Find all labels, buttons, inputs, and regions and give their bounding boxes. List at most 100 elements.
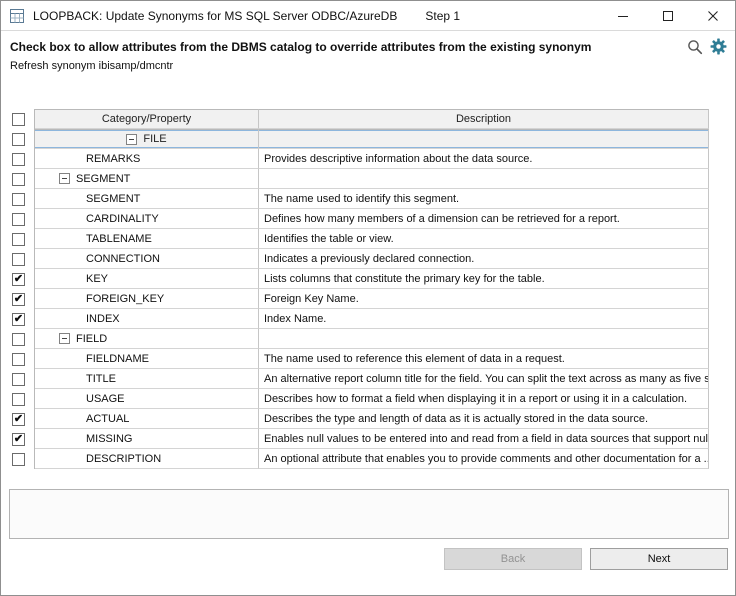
- category-cell[interactable]: REMARKS: [35, 149, 259, 169]
- category-label: USAGE: [86, 393, 125, 405]
- table-row[interactable]: CARDINALITY Defines how many members of a…: [9, 209, 709, 229]
- category-cell[interactable]: KEY: [35, 269, 259, 289]
- row-checkbox[interactable]: [12, 233, 25, 246]
- table-row[interactable]: TABLENAMEIdentifies the table or view.: [9, 229, 709, 249]
- description-cell: An alternative report column title for t…: [259, 369, 709, 389]
- header: Check box to allow attributes from the D…: [1, 31, 735, 101]
- row-checkbox[interactable]: ✔: [12, 293, 25, 306]
- row-checkbox[interactable]: [12, 333, 25, 346]
- row-checkbox[interactable]: [12, 153, 25, 166]
- next-button[interactable]: Next: [590, 548, 728, 570]
- maximize-icon[interactable]: [645, 1, 690, 30]
- category-cell[interactable]: FIELDNAME: [35, 349, 259, 369]
- category-cell[interactable]: FOREIGN_KEY: [35, 289, 259, 309]
- checkbox-cell: ✔: [9, 289, 34, 309]
- category-cell[interactable]: CONNECTION: [35, 249, 259, 269]
- column-header-category[interactable]: Category/Property: [35, 109, 259, 129]
- category-label: FOREIGN_KEY: [86, 293, 164, 305]
- table-row[interactable]: ✔FOREIGN_KEYForeign Key Name.: [9, 289, 709, 309]
- checkbox-cell: [9, 209, 34, 229]
- gear-icon[interactable]: [710, 38, 727, 55]
- row-checkbox[interactable]: ✔: [12, 313, 25, 326]
- checkbox-cell: ✔: [9, 409, 34, 429]
- description-cell: Lists columns that constitute the primar…: [259, 269, 709, 289]
- row-checkbox[interactable]: ✔: [12, 413, 25, 426]
- checkbox-cell: [9, 389, 34, 409]
- row-checkbox[interactable]: [12, 373, 25, 386]
- table-row[interactable]: TITLE An alternative report column title …: [9, 369, 709, 389]
- row-checkbox[interactable]: [12, 253, 25, 266]
- checkbox-cell: [9, 149, 34, 169]
- category-label: SEGMENT: [76, 173, 130, 185]
- row-checkbox[interactable]: [12, 213, 25, 226]
- collapse-icon[interactable]: [126, 134, 137, 145]
- description-cell: [259, 169, 709, 189]
- header-icons: [686, 38, 727, 55]
- row-checkbox[interactable]: [12, 173, 25, 186]
- table-row[interactable]: CONNECTIONIndicates a previously declare…: [9, 249, 709, 269]
- category-cell[interactable]: TITLE: [35, 369, 259, 389]
- description-cell: Provides descriptive information about t…: [259, 149, 709, 169]
- category-label: MISSING: [86, 433, 132, 445]
- window-title: LOOPBACK: Update Synonyms for MS SQL Ser…: [33, 9, 397, 23]
- description-cell: Defines how many members of a dimension …: [259, 209, 709, 229]
- titlebar: LOOPBACK: Update Synonyms for MS SQL Ser…: [1, 1, 735, 31]
- row-checkbox[interactable]: [12, 393, 25, 406]
- column-header-description[interactable]: Description: [259, 109, 709, 129]
- header-checkbox[interactable]: [12, 113, 25, 126]
- category-cell[interactable]: MISSING: [35, 429, 259, 449]
- row-checkbox[interactable]: [12, 453, 25, 466]
- header-checkbox-cell: [9, 109, 34, 129]
- table-row[interactable]: ✔ACTUALDescribes the type and length of …: [9, 409, 709, 429]
- table-row[interactable]: ✔ INDEX Index Name.: [9, 309, 709, 329]
- description-cell: [259, 129, 709, 149]
- search-icon[interactable]: [686, 38, 703, 55]
- category-label: SEGMENT: [86, 193, 140, 205]
- checkbox-cell: ✔: [9, 309, 34, 329]
- row-checkbox[interactable]: [12, 193, 25, 206]
- row-checkbox[interactable]: [12, 133, 25, 146]
- row-checkbox[interactable]: [12, 353, 25, 366]
- category-cell[interactable]: SEGMENT: [35, 169, 259, 189]
- checkbox-cell: [9, 249, 34, 269]
- category-label: INDEX: [86, 313, 120, 325]
- description-cell: The name used to identify this segment.: [259, 189, 709, 209]
- category-cell[interactable]: FILE: [35, 129, 259, 149]
- table-row[interactable]: FIELDNAMEThe name used to reference this…: [9, 349, 709, 369]
- table-row[interactable]: ✔ MISSING Enables null values to be entere…: [9, 429, 709, 449]
- category-cell[interactable]: ACTUAL: [35, 409, 259, 429]
- checkbox-cell: [9, 329, 34, 349]
- collapse-icon[interactable]: [59, 173, 70, 184]
- category-label: KEY: [86, 273, 108, 285]
- category-cell[interactable]: SEGMENT: [35, 189, 259, 209]
- category-cell[interactable]: INDEX: [35, 309, 259, 329]
- minimize-icon[interactable]: [600, 1, 645, 30]
- category-label: TITLE: [86, 373, 116, 385]
- back-button[interactable]: Back: [444, 548, 582, 570]
- message-panel: [9, 489, 729, 539]
- row-checkbox[interactable]: ✔: [12, 273, 25, 286]
- close-icon[interactable]: [690, 1, 735, 30]
- table-row[interactable]: ✔ KEY Lists columns that constitute the pr…: [9, 269, 709, 289]
- collapse-icon[interactable]: [59, 333, 70, 344]
- table-row[interactable]: SEGMENT: [9, 169, 709, 189]
- category-cell[interactable]: FIELD: [35, 329, 259, 349]
- description-cell: Enables null values to be entered into a…: [259, 429, 709, 449]
- instruction-text: Check box to allow attributes from the D…: [10, 40, 591, 54]
- row-checkbox[interactable]: ✔: [12, 433, 25, 446]
- table-row[interactable]: SEGMENT The name used to identify this se…: [9, 189, 709, 209]
- description-cell: Index Name.: [259, 309, 709, 329]
- checkbox-cell: [9, 129, 34, 149]
- category-cell[interactable]: CARDINALITY: [35, 209, 259, 229]
- checkbox-cell: [9, 449, 34, 469]
- category-cell[interactable]: TABLENAME: [35, 229, 259, 249]
- table-row[interactable]: USAGEDescribes how to format a field whe…: [9, 389, 709, 409]
- category-cell[interactable]: USAGE: [35, 389, 259, 409]
- table-row[interactable]: FIELD: [9, 329, 709, 349]
- table-row[interactable]: DESCRIPTIONAn optional attribute that en…: [9, 449, 709, 469]
- category-label: REMARKS: [86, 153, 140, 165]
- table-row[interactable]: REMARKS Provides descriptive information …: [9, 149, 709, 169]
- category-cell[interactable]: DESCRIPTION: [35, 449, 259, 469]
- table-row[interactable]: FILE: [9, 129, 709, 149]
- category-label: CARDINALITY: [86, 213, 159, 225]
